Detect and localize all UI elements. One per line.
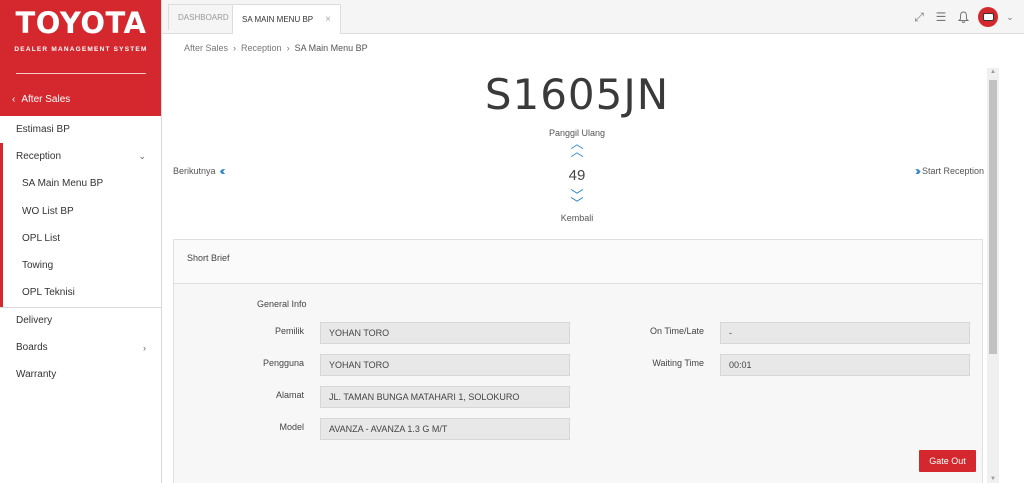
chevron-down-icon: ⌄ bbox=[138, 150, 146, 161]
chevron-right-icon: › bbox=[143, 342, 146, 353]
sidebar-item-opl-list[interactable]: OPL List bbox=[3, 225, 161, 252]
reception-group: Reception ⌄ SA Main Menu BP WO List BP O… bbox=[0, 143, 161, 308]
tab-sa-main-menu-bp[interactable]: SA MAIN MENU BP × bbox=[232, 4, 341, 34]
close-icon[interactable]: × bbox=[325, 14, 331, 25]
brand-divider bbox=[16, 73, 146, 74]
sidebar-item-label: SA Main Menu BP bbox=[22, 178, 104, 190]
back-to-after-sales[interactable]: ‹ After Sales bbox=[12, 94, 70, 105]
alamat-field: JL. TAMAN BUNGA MATAHARI 1, SOLOKURO bbox=[320, 386, 570, 408]
scroll-down-icon[interactable]: ▼ bbox=[989, 476, 997, 482]
sidebar-item-wo-list-bp[interactable]: WO List BP bbox=[3, 198, 161, 225]
sidebar-item-label: OPL Teknisi bbox=[22, 287, 75, 299]
pemilik-label: Pemilik bbox=[274, 326, 304, 336]
double-chevron-down-icon[interactable]: ﹀ ﹀ bbox=[527, 189, 627, 210]
panel-title: Short Brief bbox=[174, 240, 982, 284]
sidebar-item-label: Reception bbox=[16, 150, 62, 162]
license-plate: S1605JN bbox=[484, 70, 670, 119]
fullscreen-icon[interactable]: ⤢ bbox=[912, 10, 926, 24]
sidebar-item-reception[interactable]: Reception ⌄ bbox=[3, 143, 161, 170]
tab-label: SA MAIN MENU BP bbox=[242, 15, 314, 24]
sidebar-item-label: WO List BP bbox=[22, 205, 74, 217]
pengguna-field: YOHAN TORO bbox=[320, 354, 570, 376]
model-label: Model bbox=[279, 422, 304, 432]
short-brief-panel: Short Brief General Info Pemilik YOHAN T… bbox=[173, 239, 983, 483]
breadcrumb-item[interactable]: After Sales bbox=[184, 43, 228, 53]
ontime-field: - bbox=[720, 322, 970, 344]
triple-chevron-left-icon: ‹‹‹ bbox=[219, 164, 226, 178]
sidebar: TOYOTA DEALER MANAGEMENT SYSTEM ‹ After … bbox=[0, 0, 162, 483]
pengguna-label: Pengguna bbox=[262, 358, 304, 368]
vertical-scrollbar[interactable]: ▲ ▼ bbox=[987, 68, 999, 483]
sidebar-item-label: OPL List bbox=[22, 232, 60, 244]
waiting-time-field: 00:01 bbox=[720, 354, 970, 376]
menu-icon[interactable]: ☰ bbox=[934, 10, 948, 24]
sidebar-item-opl-teknisi[interactable]: OPL Teknisi bbox=[3, 280, 161, 307]
sidebar-item-towing[interactable]: Towing bbox=[3, 252, 161, 279]
top-bar: DASHBOARD SA MAIN MENU BP × ⤢ ☰ ⌄ bbox=[162, 0, 1024, 34]
ontime-label: On Time/Late bbox=[649, 326, 704, 336]
chevron-left-icon: ‹ bbox=[12, 94, 16, 105]
sidebar-item-estimasi-bp[interactable]: Estimasi BP bbox=[0, 116, 161, 143]
breadcrumb-item[interactable]: Reception bbox=[241, 43, 282, 53]
next-label: Berikutnya bbox=[173, 166, 216, 176]
scrollbar-thumb[interactable] bbox=[989, 80, 997, 354]
triple-chevron-right-icon: ››› bbox=[914, 164, 921, 178]
tab-label: DASHBOARD bbox=[178, 13, 229, 22]
next-button[interactable]: Berikutnya ‹‹‹ bbox=[173, 164, 226, 178]
sidebar-item-label: Towing bbox=[22, 260, 54, 272]
sidebar-item-label: Warranty bbox=[16, 369, 57, 381]
alamat-label: Alamat bbox=[275, 390, 304, 400]
model-field: AVANZA - AVANZA 1.3 G M/T bbox=[320, 418, 570, 440]
back-label: After Sales bbox=[21, 94, 71, 105]
sidebar-item-boards[interactable]: Boards › bbox=[0, 334, 161, 361]
brand-header: TOYOTA DEALER MANAGEMENT SYSTEM ‹ After … bbox=[0, 0, 161, 116]
bell-icon[interactable] bbox=[956, 10, 970, 24]
pemilik-field: YOHAN TORO bbox=[320, 322, 570, 344]
brand-subtitle: DEALER MANAGEMENT SYSTEM bbox=[14, 46, 148, 53]
waiting-time-label: Waiting Time bbox=[652, 358, 704, 368]
sidebar-item-label: Delivery bbox=[16, 315, 53, 327]
main-content: After Sales › Reception › SA Main Menu B… bbox=[162, 34, 1024, 483]
double-chevron-up-icon[interactable]: ︿ ︿ bbox=[527, 137, 627, 158]
scroll-up-icon[interactable]: ▲ bbox=[989, 69, 997, 75]
user-avatar-icon[interactable] bbox=[978, 7, 998, 27]
section-title: General Info bbox=[257, 299, 307, 309]
sidebar-item-warranty[interactable]: Warranty bbox=[0, 362, 161, 389]
back-button[interactable]: Kembali bbox=[527, 213, 627, 223]
gate-out-button[interactable]: Gate Out bbox=[919, 450, 976, 472]
sidebar-nav: Estimasi BP Reception ⌄ SA Main Menu BP … bbox=[0, 116, 161, 389]
toyota-logo: TOYOTA bbox=[15, 6, 147, 40]
start-reception-label: Start Reception bbox=[921, 166, 984, 176]
toolbar-icons: ⤢ ☰ ⌄ bbox=[912, 0, 1024, 34]
queue-number: 49 bbox=[568, 167, 586, 184]
sidebar-item-sa-main-menu-bp[interactable]: SA Main Menu BP bbox=[3, 171, 161, 198]
breadcrumb: After Sales › Reception › SA Main Menu B… bbox=[184, 43, 368, 53]
tab-dashboard[interactable]: DASHBOARD bbox=[168, 4, 239, 30]
breadcrumb-current: SA Main Menu BP bbox=[294, 43, 368, 53]
sidebar-item-delivery[interactable]: Delivery bbox=[0, 307, 161, 334]
panel-body: General Info Pemilik YOHAN TORO Pengguna… bbox=[174, 284, 982, 483]
chevron-down-icon[interactable]: ⌄ bbox=[1006, 10, 1014, 24]
sidebar-item-label: Boards bbox=[16, 342, 48, 354]
start-reception-button[interactable]: ››› Start Reception bbox=[915, 164, 984, 178]
sidebar-item-label: Estimasi BP bbox=[16, 123, 70, 135]
